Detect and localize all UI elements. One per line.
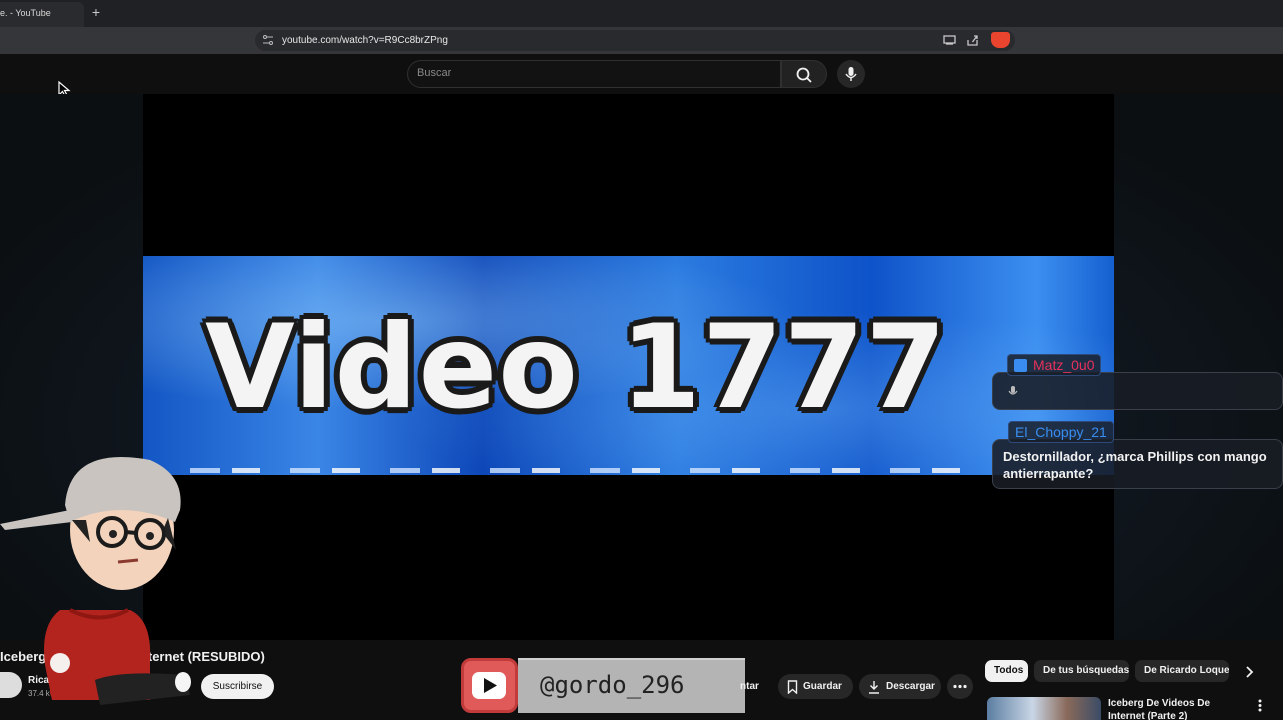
url-text[interactable]: youtube.com/watch?v=R9Cc8brZPng <box>282 34 448 47</box>
more-vertical-icon <box>1258 699 1262 712</box>
cast-icon[interactable] <box>942 34 956 47</box>
subscribe-button[interactable]: Suscribirse <box>201 674 274 699</box>
recommendation-menu-button[interactable] <box>1254 697 1266 713</box>
video-frame-banner: Video 1777 <box>143 256 1114 475</box>
youtube-logo-badge <box>461 658 518 713</box>
chat-message-box: Destornillador, ¿marca Phillips con mang… <box>992 439 1283 489</box>
new-tab-button[interactable]: + <box>88 4 104 20</box>
save-button[interactable]: Guardar <box>778 674 853 699</box>
site-info-icon[interactable] <box>262 34 274 46</box>
chevron-right-icon <box>1246 666 1254 678</box>
voice-search-button[interactable] <box>837 60 865 88</box>
screen: e. - YouTube + youtube.com/watch?v=R9Cc8… <box>0 0 1283 720</box>
chat-message-text: Destornillador, ¿marca Phillips con mang… <box>1003 449 1267 481</box>
download-icon <box>869 681 879 694</box>
recommendation-thumbnail[interactable] <box>987 697 1101 720</box>
streamer-handle: @gordo_296 <box>540 671 685 699</box>
search-placeholder: Buscar <box>417 67 452 79</box>
verified-icon <box>1014 359 1027 372</box>
microphone-icon <box>845 67 857 81</box>
search-button[interactable] <box>781 60 827 88</box>
browser-tab[interactable]: e. - YouTube <box>0 2 84 27</box>
share-button[interactable]: ntar <box>740 674 770 699</box>
more-actions-button[interactable] <box>947 674 973 699</box>
chip-search-history[interactable]: De tus búsquedas <box>1034 660 1129 682</box>
search-icon <box>796 67 812 83</box>
chip-from-channel[interactable]: De Ricardo Loquendo <box>1135 660 1229 682</box>
chips-next-button[interactable] <box>1240 663 1258 681</box>
search-input[interactable] <box>407 60 781 88</box>
tab-title: e. - YouTube <box>0 8 51 18</box>
download-button[interactable]: Descargar <box>859 674 941 699</box>
streamer-avatar <box>0 457 191 705</box>
glitch-artifact <box>190 468 990 473</box>
chat-username: El_Choppy_21 <box>1008 421 1114 443</box>
more-horizontal-icon <box>953 684 967 689</box>
brave-shield-icon[interactable] <box>991 32 1010 48</box>
share-icon[interactable] <box>965 34 979 47</box>
browser-tab-bar: e. - YouTube + <box>0 0 1283 27</box>
microphone-icon <box>1008 386 1018 395</box>
bookmark-icon <box>787 680 798 694</box>
chip-todos[interactable]: Todos <box>985 660 1028 682</box>
play-icon <box>484 678 497 693</box>
recommendation-title[interactable]: Iceberg De Videos De Internet (Parte 2) <box>1108 697 1248 720</box>
chat-username: Matz_0u0 <box>1007 354 1102 376</box>
chat-message-box <box>992 372 1283 410</box>
banner-title: Video 1777 <box>205 300 948 435</box>
